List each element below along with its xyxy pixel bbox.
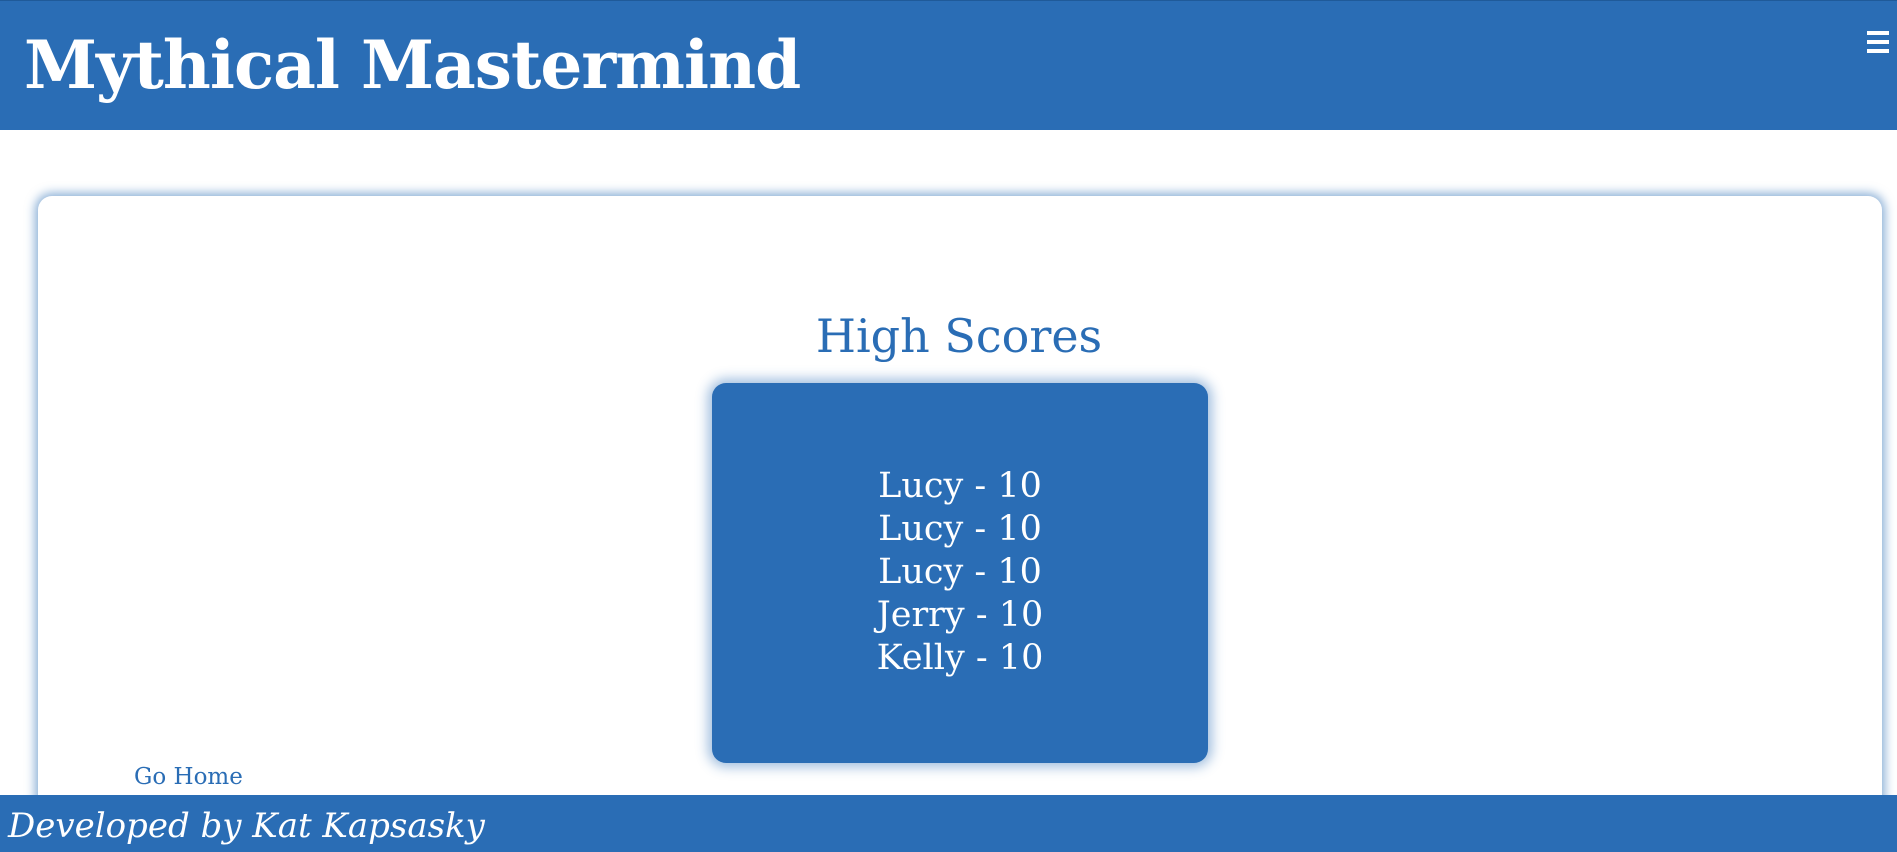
menu-bar-bottom: [1867, 49, 1889, 53]
hamburger-menu-icon[interactable]: [1867, 31, 1889, 53]
high-scores-list: Lucy - 10 Lucy - 10 Lucy - 10 Jerry - 10…: [712, 465, 1208, 680]
high-scores-panel: Lucy - 10 Lucy - 10 Lucy - 10 Jerry - 10…: [712, 383, 1208, 763]
app-footer: Developed by Kat Kapsasky: [0, 795, 1897, 852]
score-entry: Jerry - 10: [876, 595, 1044, 635]
app-title: Mythical Mastermind: [24, 26, 801, 104]
score-entry: Kelly - 10: [876, 638, 1044, 678]
menu-bar-middle: [1867, 40, 1889, 44]
high-scores-heading: High Scores: [815, 309, 1103, 363]
developer-credit: Developed by Kat Kapsasky: [8, 806, 485, 846]
app-header: Mythical Mastermind: [0, 0, 1897, 130]
go-home-link[interactable]: Go Home: [134, 762, 243, 792]
menu-bar-top: [1867, 31, 1889, 35]
score-entry: Lucy - 10: [878, 552, 1042, 592]
score-entry: Lucy - 10: [878, 466, 1042, 506]
score-entry: Lucy - 10: [878, 509, 1042, 549]
